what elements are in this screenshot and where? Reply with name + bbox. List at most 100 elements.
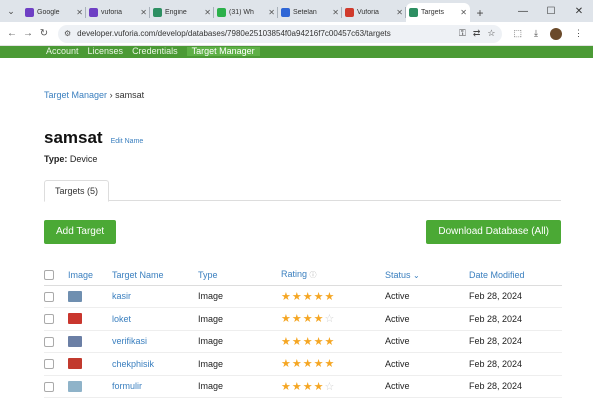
target-type: Image (198, 352, 281, 376)
target-thumbnail[interactable] (68, 380, 82, 392)
col-status[interactable]: Status (385, 270, 411, 280)
nav-credentials[interactable]: Credentials (132, 47, 178, 56)
tab-favicon-icon (345, 8, 354, 17)
nav-target-manager[interactable]: Target Manager (186, 47, 260, 56)
star-filled-icon: ★ (291, 380, 303, 393)
col-image: Image (68, 265, 112, 286)
tab-favicon-icon (89, 8, 98, 17)
select-all-checkbox[interactable] (44, 270, 54, 281)
target-name-link[interactable]: verifikasi (112, 330, 198, 353)
tab-title: Targets (421, 9, 444, 16)
address-bar[interactable]: ⚙ developer.vuforia.com/develop/database… (58, 24, 502, 43)
password-key-icon[interactable]: ⚿ (459, 28, 466, 39)
nav-account[interactable]: Account (46, 47, 79, 56)
target-name-link[interactable]: kasir (112, 285, 198, 308)
target-status: Active (385, 375, 469, 398)
bookmark-star-icon[interactable]: ☆ (487, 28, 495, 39)
tab-close-icon[interactable]: ✕ (204, 8, 211, 17)
translate-icon[interactable]: ⇄ (473, 28, 481, 39)
row-checkbox[interactable] (44, 336, 54, 347)
rating-stars: ★★★★☆ (281, 313, 335, 325)
row-checkbox[interactable] (44, 381, 54, 392)
table-row[interactable]: loket Image ★★★★☆ Active Feb 28, 2024 (44, 307, 562, 331)
target-status: Active (385, 285, 469, 308)
tab-title: (31) Wh (229, 9, 254, 16)
tab-close-icon[interactable]: ✕ (268, 8, 275, 17)
rating-info-icon[interactable]: ⓘ (310, 272, 317, 279)
nav-licenses[interactable]: Licenses (88, 47, 124, 56)
tab-favicon-icon (409, 8, 418, 17)
browser-tab[interactable]: vuforia ✕ (86, 3, 150, 22)
col-date-modified[interactable]: Date Modified (469, 265, 562, 286)
table-row[interactable]: chekphisik Image ★★★★★ Active Feb 28, 2024 (44, 352, 562, 376)
new-tab-button[interactable]: + (470, 3, 490, 22)
rating-stars: ★★★★★ (281, 336, 335, 348)
browser-tab[interactable]: (31) Wh ✕ (214, 3, 278, 22)
star-filled-icon: ★ (313, 335, 325, 348)
target-type: Image (198, 307, 281, 331)
download-database-button[interactable]: Download Database (All) (426, 220, 561, 244)
close-window-icon[interactable]: ✕ (565, 0, 593, 22)
table-row[interactable]: formulir Image ★★★★☆ Active Feb 28, 2024 (44, 375, 562, 398)
target-name-link[interactable]: loket (112, 307, 198, 331)
target-thumbnail[interactable] (68, 358, 82, 370)
star-filled-icon: ★ (324, 358, 336, 371)
star-filled-icon: ★ (313, 358, 325, 371)
tab-close-icon[interactable]: ✕ (460, 8, 467, 17)
target-name-link[interactable]: chekphisik (112, 352, 198, 376)
menu-icon[interactable]: ⋮ (574, 28, 583, 39)
tab-close-icon[interactable]: ✕ (140, 8, 147, 17)
target-date: Feb 28, 2024 (469, 352, 562, 376)
table-row[interactable]: verifikasi Image ★★★★★ Active Feb 28, 2024 (44, 330, 562, 353)
edit-name-link[interactable]: Edit Name (111, 138, 144, 145)
tab-favicon-icon (217, 8, 226, 17)
col-rating[interactable]: Rating (281, 269, 307, 279)
row-checkbox[interactable] (44, 314, 54, 325)
star-filled-icon: ★ (281, 290, 292, 303)
target-thumbnail[interactable] (68, 335, 82, 347)
browser-tab[interactable]: Engine ✕ (150, 3, 214, 22)
target-thumbnail[interactable] (68, 290, 82, 302)
star-filled-icon: ★ (302, 380, 314, 393)
profile-avatar[interactable] (550, 27, 562, 40)
browser-tab[interactable]: Vuforia ✕ (342, 3, 406, 22)
star-empty-icon: ☆ (324, 313, 336, 326)
extensions-icon[interactable]: ⬚ (514, 28, 523, 39)
star-filled-icon: ★ (313, 313, 325, 326)
site-info-icon[interactable]: ⚙ (64, 29, 71, 38)
star-filled-icon: ★ (302, 358, 314, 371)
maximize-icon[interactable]: ☐ (537, 0, 565, 22)
browser-tab[interactable]: Targets ✕ (406, 3, 470, 22)
reload-icon[interactable]: ↻ (36, 28, 52, 39)
status-sort-chevron-icon[interactable]: ⌄ (413, 271, 420, 280)
tab-close-icon[interactable]: ✕ (76, 8, 83, 17)
tab-title: Setelan (293, 9, 317, 16)
tab-favicon-icon (25, 8, 34, 17)
tab-close-icon[interactable]: ✕ (332, 8, 339, 17)
minimize-icon[interactable]: — (509, 0, 537, 22)
browser-tab[interactable]: Setelan ✕ (278, 3, 342, 22)
browser-tab[interactable]: Google ✕ (22, 3, 86, 22)
rating-stars: ★★★★★ (281, 358, 335, 370)
breadcrumb: Target Manager › samsat (44, 90, 561, 100)
add-target-button[interactable]: Add Target (44, 220, 117, 244)
col-type[interactable]: Type (198, 265, 281, 286)
row-checkbox[interactable] (44, 291, 54, 302)
target-thumbnail[interactable] (68, 313, 82, 325)
target-name-link[interactable]: formulir (112, 375, 198, 398)
site-nav: Account Licenses Credentials Target Mana… (0, 46, 593, 58)
star-filled-icon: ★ (281, 380, 292, 393)
col-target-name[interactable]: Target Name (112, 265, 198, 286)
back-icon[interactable]: ← (4, 28, 20, 39)
target-type: Image (198, 375, 281, 398)
breadcrumb-target-manager[interactable]: Target Manager (44, 90, 107, 100)
table-row[interactable]: kasir Image ★★★★★ Active Feb 28, 2024 (44, 285, 562, 308)
download-icon[interactable]: ⤓ (534, 28, 538, 39)
tab-favicon-icon (153, 8, 162, 17)
tab-search-dropdown-icon[interactable]: ⌄ (0, 0, 22, 22)
tab-title: Vuforia (357, 9, 379, 16)
forward-icon[interactable]: → (20, 28, 36, 39)
tab-targets[interactable]: Targets (5) (44, 180, 110, 202)
row-checkbox[interactable] (44, 359, 54, 370)
tab-close-icon[interactable]: ✕ (396, 8, 403, 17)
